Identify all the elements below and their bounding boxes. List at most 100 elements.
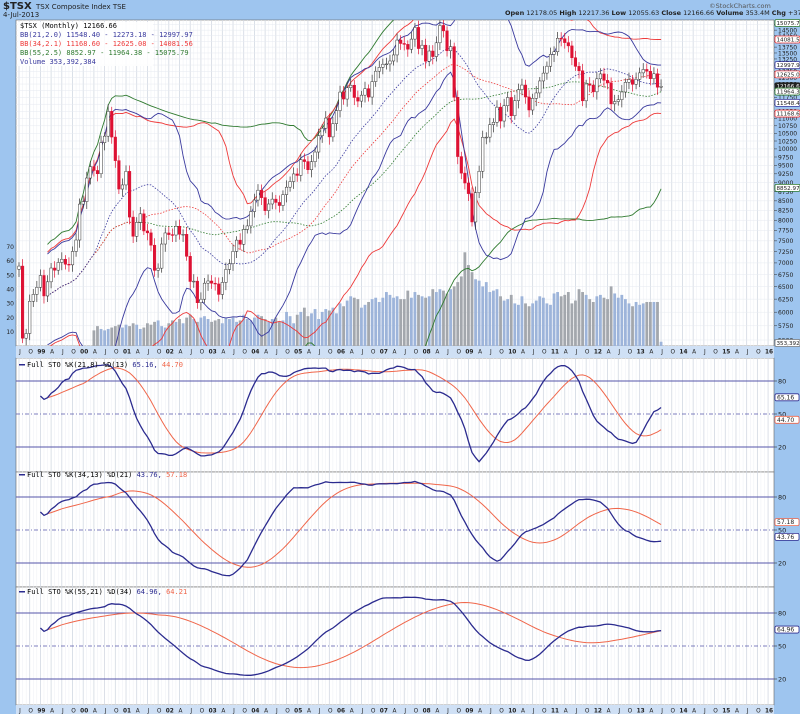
sto-legend-1: Full STO %K(21,8) %D(13) 65.16, 44.70 [19,361,183,369]
volume-bar [659,341,663,346]
time-axis-label: J [703,350,706,356]
volume-bar [153,321,156,346]
time-axis-label: O [71,709,76,714]
time-axis-label: 12 [594,350,602,356]
time-axis-label: A [179,709,183,714]
candle-down [149,232,153,246]
volume-bar [121,327,124,346]
candle-up [391,54,396,62]
volume-bar [374,297,378,346]
time-axis-label: J [489,350,492,356]
time-axis-label: O [585,709,590,714]
volume-bar [267,321,271,346]
volume-bar [584,294,588,346]
time-axis-label: A [435,350,439,356]
candle-up [317,135,321,153]
candle-down [145,230,149,234]
candle-up [49,267,53,283]
volume-axis-label: 60 [6,258,14,265]
time-axis-label: 11 [551,350,559,356]
candle-up [242,229,246,245]
candle-down [577,66,581,72]
volume-bar [285,311,288,346]
volume-bar [641,303,645,346]
time-axis-label: O [157,350,162,356]
candle-up [384,63,388,65]
candle-up [288,181,292,188]
time-axis-label: A [478,350,482,356]
time-axis-label: O [200,350,205,356]
sto-axis-label: 50 [778,643,786,651]
volume-bar [399,299,403,346]
candle-up [641,69,645,74]
volume-bar [338,303,342,346]
candle-up [434,42,438,57]
candle-down [445,30,449,52]
candle-up [284,186,289,195]
volume-bar [524,303,527,346]
time-axis-label: 15 [722,709,730,714]
volume-bar [616,297,620,346]
time-axis-label: J [532,350,535,356]
candle-down [185,234,189,257]
candle-up [138,213,142,223]
candle-up [520,84,524,90]
volume-bar [356,299,360,346]
volume-bar [335,313,338,346]
candle-down [188,256,192,282]
candle-up [74,239,78,252]
volume-bar [128,326,131,346]
volume-bar [545,303,549,346]
volume-bar [249,320,253,346]
candle-up [334,110,339,124]
candle-up [438,25,442,44]
candle-up [659,85,663,88]
volume-bar [609,286,613,346]
candle-up [106,111,110,137]
candle-down [152,244,157,271]
candle-up [320,127,324,136]
security-name: TSX Composite Index TSE [35,3,126,11]
time-axis-label: 03 [209,709,217,714]
time-axis-label: J [232,709,235,714]
candle-up [409,38,413,50]
candle-down [274,198,278,203]
candle-up [281,194,285,206]
volume-bar [181,323,185,346]
time-axis-label: O [71,350,76,356]
sto-axis-label: 80 [778,610,786,618]
volume-bar [360,307,363,346]
price-axis-label: 7750 [778,228,793,235]
candle-up [556,37,560,53]
candle-up [620,91,624,100]
time-axis-label: A [136,709,140,714]
time-axis-label: J [61,350,64,356]
high-value: 12217.36 [578,9,609,17]
candle-up [256,189,260,201]
volume-bar [206,319,210,346]
time-axis-label: J [275,350,278,356]
time-axis-label: J [189,350,192,356]
candle-up [206,280,210,284]
volume-axis-label: 40 [6,287,14,294]
candle-up [616,99,620,102]
volume-bar [381,297,385,346]
time-axis-label: 01 [123,709,131,714]
candle-up [584,83,588,102]
time-axis-label: 03 [209,350,217,356]
volume-bar [577,289,581,346]
volume-bar [210,321,214,346]
candle-down [452,46,456,98]
time-axis-label: J [746,709,749,714]
candle-up [28,301,32,334]
volume-bar [320,311,324,346]
time-axis-label: J [575,709,578,714]
time-axis-label: A [521,350,525,356]
price-value-badge-label: 353,392,384 [777,341,800,347]
candle-up [488,124,492,138]
candle-down [42,275,46,297]
time-axis-label: J [189,709,192,714]
candle-up [45,281,50,297]
time-axis-label: A [607,709,611,714]
candle-up [552,51,556,55]
